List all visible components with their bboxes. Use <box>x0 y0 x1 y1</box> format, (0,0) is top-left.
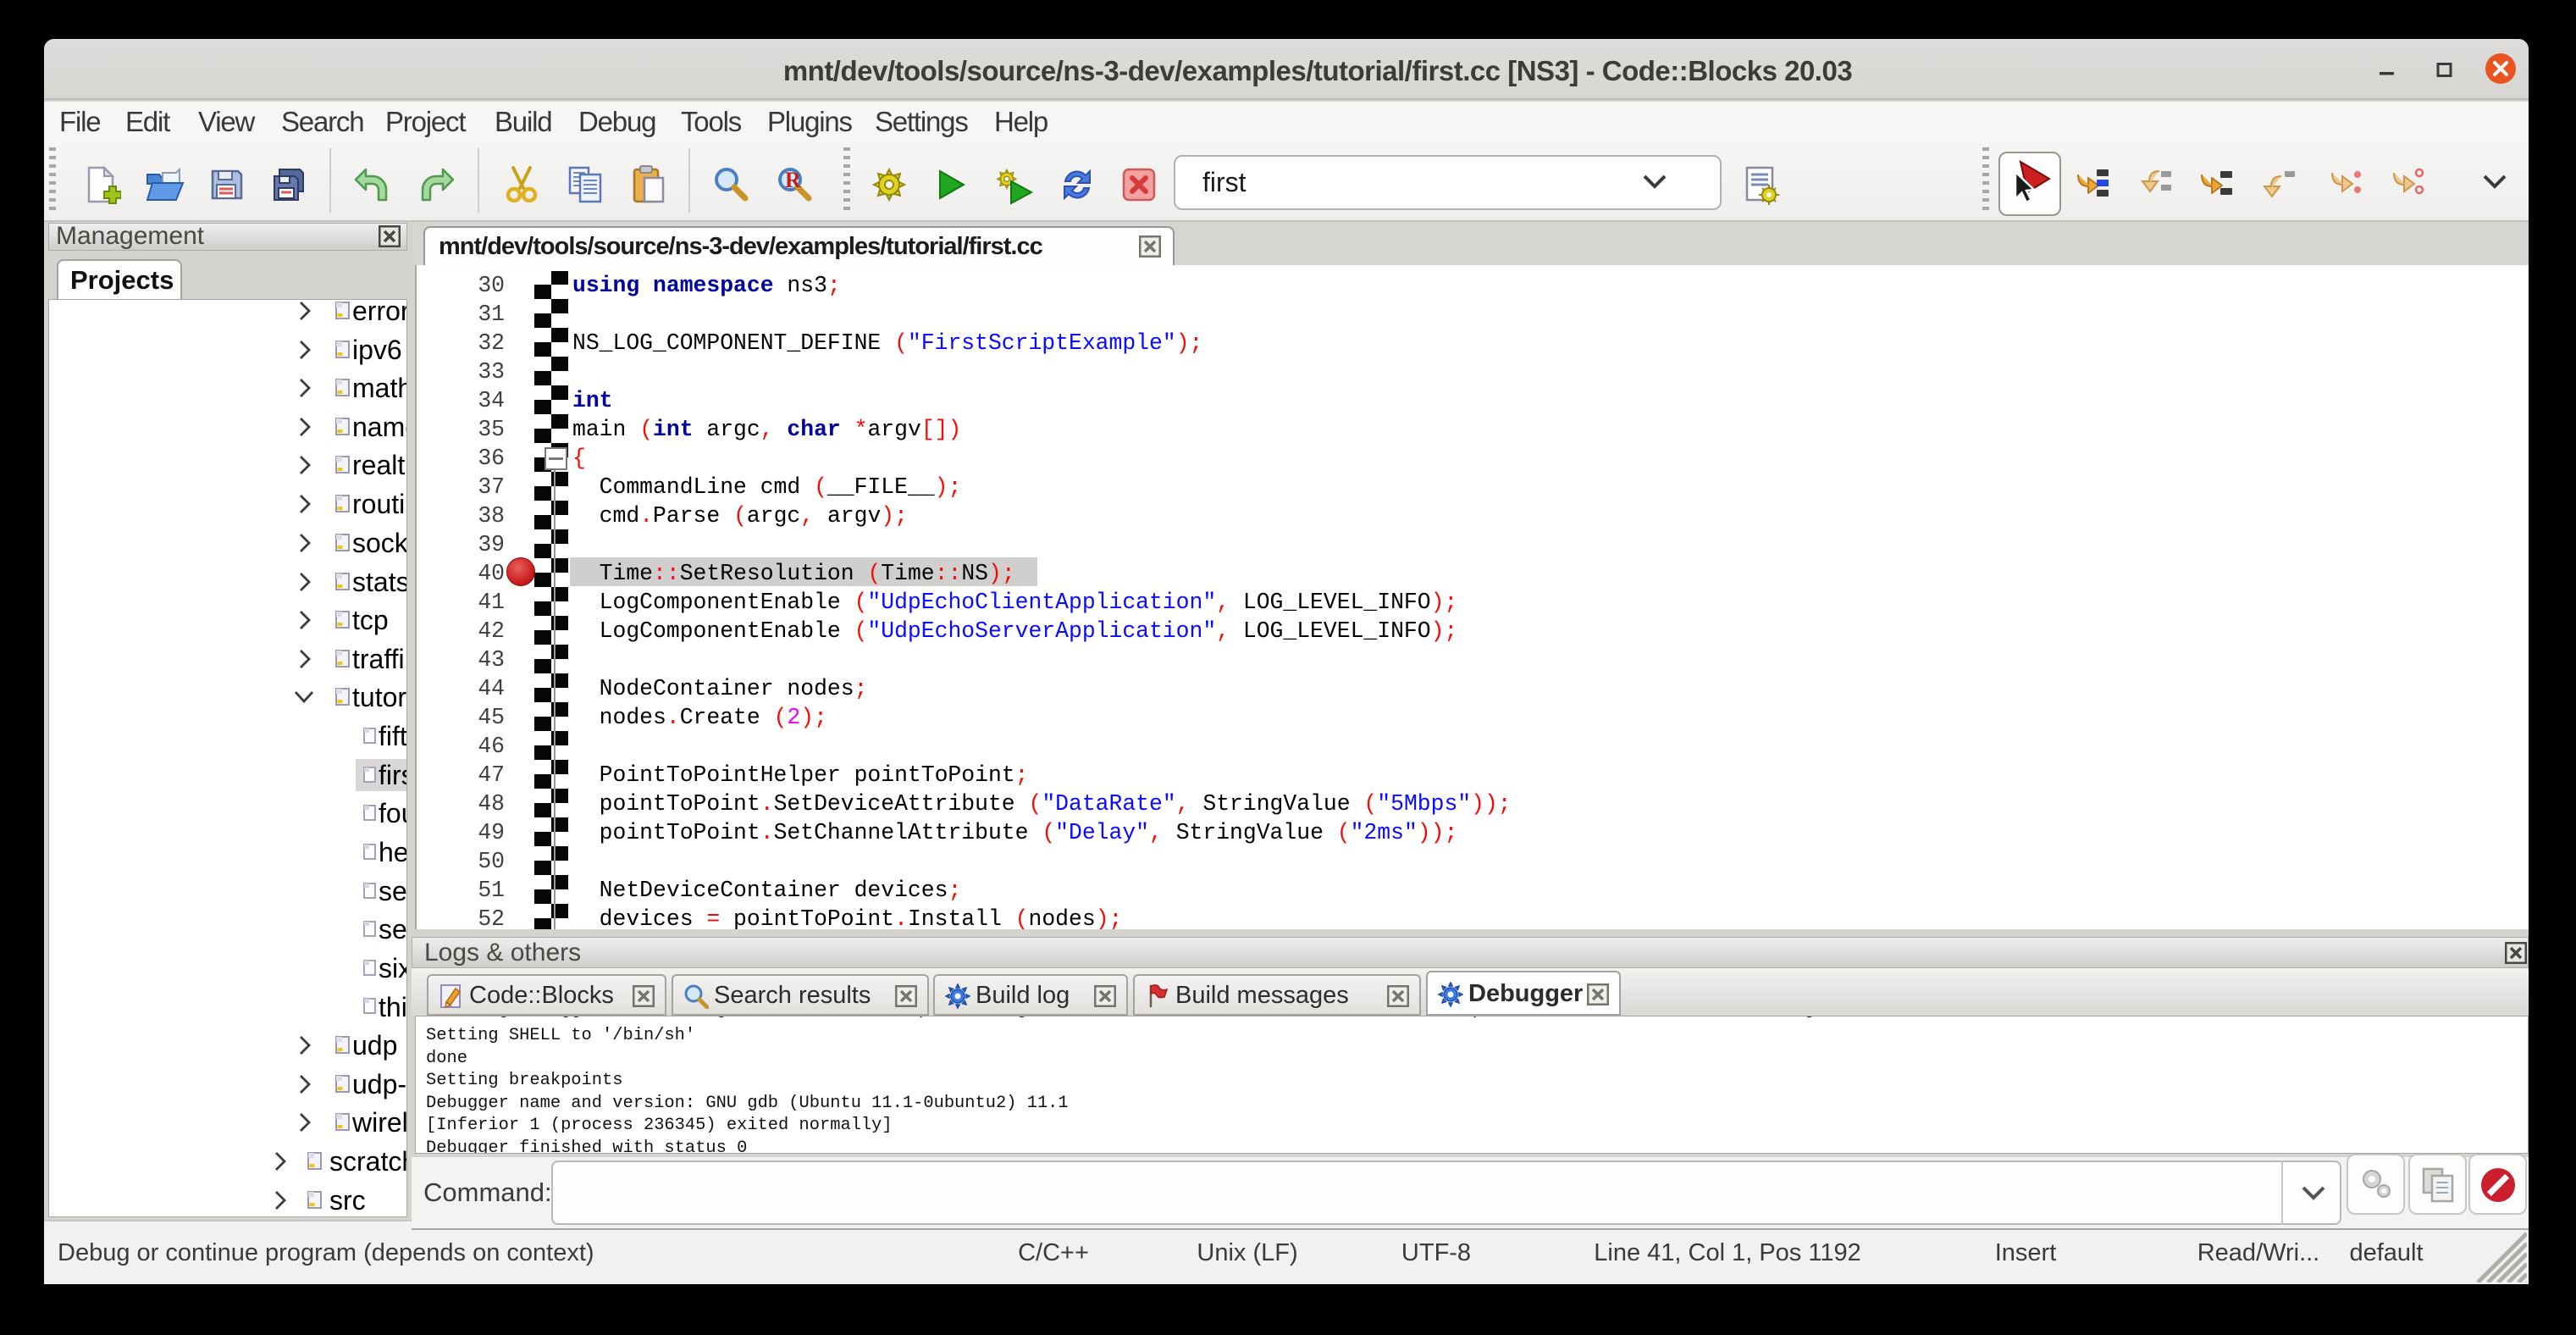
svg-text:R: R <box>785 168 801 192</box>
